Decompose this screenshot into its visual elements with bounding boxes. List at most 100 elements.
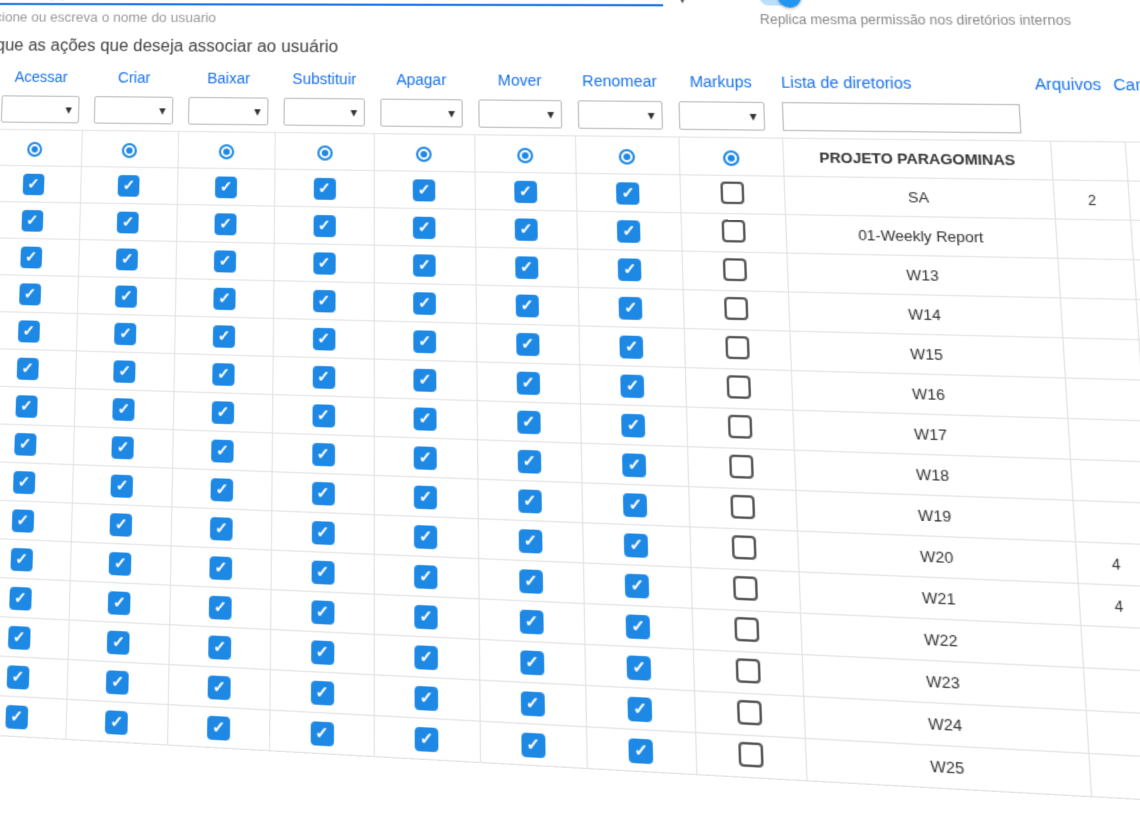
- permission-checkbox[interactable]: [311, 560, 334, 584]
- permission-checkbox[interactable]: [720, 181, 744, 204]
- permission-checkbox[interactable]: [620, 335, 644, 359]
- filter-dropdown-substituir[interactable]: [283, 98, 364, 127]
- permission-checkbox[interactable]: [518, 489, 542, 513]
- permission-checkbox[interactable]: [209, 595, 232, 619]
- permission-checkbox[interactable]: [414, 446, 437, 470]
- permission-checkbox[interactable]: [115, 322, 137, 345]
- permission-checkbox[interactable]: [723, 258, 747, 281]
- permission-checkbox[interactable]: [728, 415, 753, 439]
- permission-checkbox[interactable]: [734, 617, 759, 642]
- radio-select-all[interactable]: [517, 147, 533, 163]
- permission-checkbox[interactable]: [12, 509, 35, 533]
- chevron-down-icon[interactable]: ▼: [674, 0, 690, 6]
- permission-checkbox[interactable]: [311, 640, 334, 665]
- permission-checkbox[interactable]: [737, 700, 762, 726]
- permission-checkbox[interactable]: [517, 410, 541, 434]
- column-header-files[interactable]: Arquivos: [1032, 75, 1107, 100]
- permission-checkbox[interactable]: [627, 655, 652, 680]
- radio-select-all[interactable]: [27, 141, 42, 156]
- permission-checkbox[interactable]: [626, 614, 651, 639]
- permission-checkbox[interactable]: [414, 407, 437, 431]
- permission-checkbox[interactable]: [114, 360, 136, 383]
- permission-checkbox[interactable]: [738, 742, 764, 768]
- permission-checkbox[interactable]: [313, 289, 335, 312]
- permission-checkbox[interactable]: [312, 404, 335, 427]
- permission-checkbox[interactable]: [726, 375, 751, 399]
- permission-checkbox[interactable]: [628, 696, 653, 722]
- radio-select-all[interactable]: [723, 150, 740, 166]
- permission-checkbox[interactable]: [6, 665, 29, 689]
- column-header-substituir[interactable]: Substituir: [276, 70, 372, 94]
- radio-select-all[interactable]: [219, 144, 234, 159]
- permission-checkbox[interactable]: [22, 173, 44, 195]
- permission-checkbox[interactable]: [619, 296, 643, 319]
- permission-checkbox[interactable]: [213, 325, 235, 348]
- column-header-markups[interactable]: Markups: [670, 73, 773, 98]
- permission-checkbox[interactable]: [629, 738, 654, 764]
- permission-checkbox[interactable]: [209, 556, 232, 580]
- permission-checkbox[interactable]: [211, 439, 234, 462]
- permission-checkbox[interactable]: [732, 535, 757, 560]
- permission-checkbox[interactable]: [516, 371, 539, 395]
- permission-checkbox[interactable]: [313, 214, 335, 236]
- permission-checkbox[interactable]: [625, 573, 650, 598]
- permission-checkbox[interactable]: [111, 474, 134, 498]
- permission-checkbox[interactable]: [414, 330, 437, 353]
- permission-checkbox[interactable]: [212, 362, 234, 385]
- filter-dropdown-renomear[interactable]: [578, 100, 663, 129]
- permission-checkbox[interactable]: [112, 436, 135, 459]
- permission-checkbox[interactable]: [413, 292, 436, 315]
- permission-checkbox[interactable]: [106, 670, 129, 695]
- permission-checkbox[interactable]: [521, 732, 545, 758]
- permission-checkbox[interactable]: [616, 182, 640, 205]
- column-header-path[interactable]: Caminho do diretório: [1105, 76, 1140, 105]
- extend-permissions-toggle[interactable]: [759, 0, 799, 6]
- username-input[interactable]: Access Type A: [0, 0, 663, 6]
- filter-dropdown-baixar[interactable]: [188, 97, 269, 126]
- permission-checkbox[interactable]: [310, 721, 333, 746]
- permission-checkbox[interactable]: [520, 650, 544, 675]
- permission-checkbox[interactable]: [414, 368, 437, 391]
- radio-select-all[interactable]: [416, 146, 432, 161]
- permission-checkbox[interactable]: [518, 528, 542, 553]
- permission-checkbox[interactable]: [729, 454, 754, 478]
- permission-checkbox[interactable]: [622, 413, 646, 437]
- permission-checkbox[interactable]: [312, 481, 335, 505]
- permission-checkbox[interactable]: [415, 645, 439, 670]
- radio-select-all[interactable]: [122, 142, 137, 157]
- permission-checkbox[interactable]: [107, 630, 130, 654]
- permission-checkbox[interactable]: [725, 336, 750, 360]
- permission-checkbox[interactable]: [19, 283, 41, 305]
- permission-checkbox[interactable]: [108, 591, 131, 615]
- permission-checkbox[interactable]: [215, 176, 237, 198]
- permission-checkbox[interactable]: [214, 213, 236, 235]
- permission-checkbox[interactable]: [212, 401, 235, 424]
- permission-checkbox[interactable]: [110, 513, 133, 537]
- directory-filter-input[interactable]: [782, 102, 1022, 133]
- column-header-dirlist[interactable]: Lista de diretorios: [771, 73, 1034, 99]
- permission-checkbox[interactable]: [515, 294, 538, 317]
- permission-checkbox[interactable]: [208, 635, 231, 660]
- permission-checkbox[interactable]: [514, 180, 537, 202]
- permission-checkbox[interactable]: [312, 365, 335, 388]
- permission-checkbox[interactable]: [208, 675, 231, 700]
- permission-checkbox[interactable]: [311, 520, 334, 544]
- permission-checkbox[interactable]: [519, 609, 543, 634]
- permission-checkbox[interactable]: [413, 179, 436, 201]
- filter-dropdown-acessar[interactable]: [1, 95, 80, 123]
- permission-checkbox[interactable]: [5, 704, 28, 729]
- column-header-renomear[interactable]: Renomear: [569, 72, 670, 97]
- permission-checkbox[interactable]: [514, 218, 537, 241]
- permission-checkbox[interactable]: [414, 524, 437, 548]
- permission-checkbox[interactable]: [118, 174, 140, 196]
- permission-checkbox[interactable]: [115, 285, 137, 307]
- permission-checkbox[interactable]: [624, 533, 648, 558]
- permission-checkbox[interactable]: [213, 287, 235, 310]
- permission-checkbox[interactable]: [415, 685, 439, 710]
- permission-checkbox[interactable]: [16, 357, 38, 380]
- permission-checkbox[interactable]: [116, 248, 138, 270]
- permission-checkbox[interactable]: [730, 495, 755, 520]
- permission-checkbox[interactable]: [311, 600, 334, 625]
- permission-checkbox[interactable]: [310, 680, 333, 705]
- filter-dropdown-mover[interactable]: [478, 99, 562, 128]
